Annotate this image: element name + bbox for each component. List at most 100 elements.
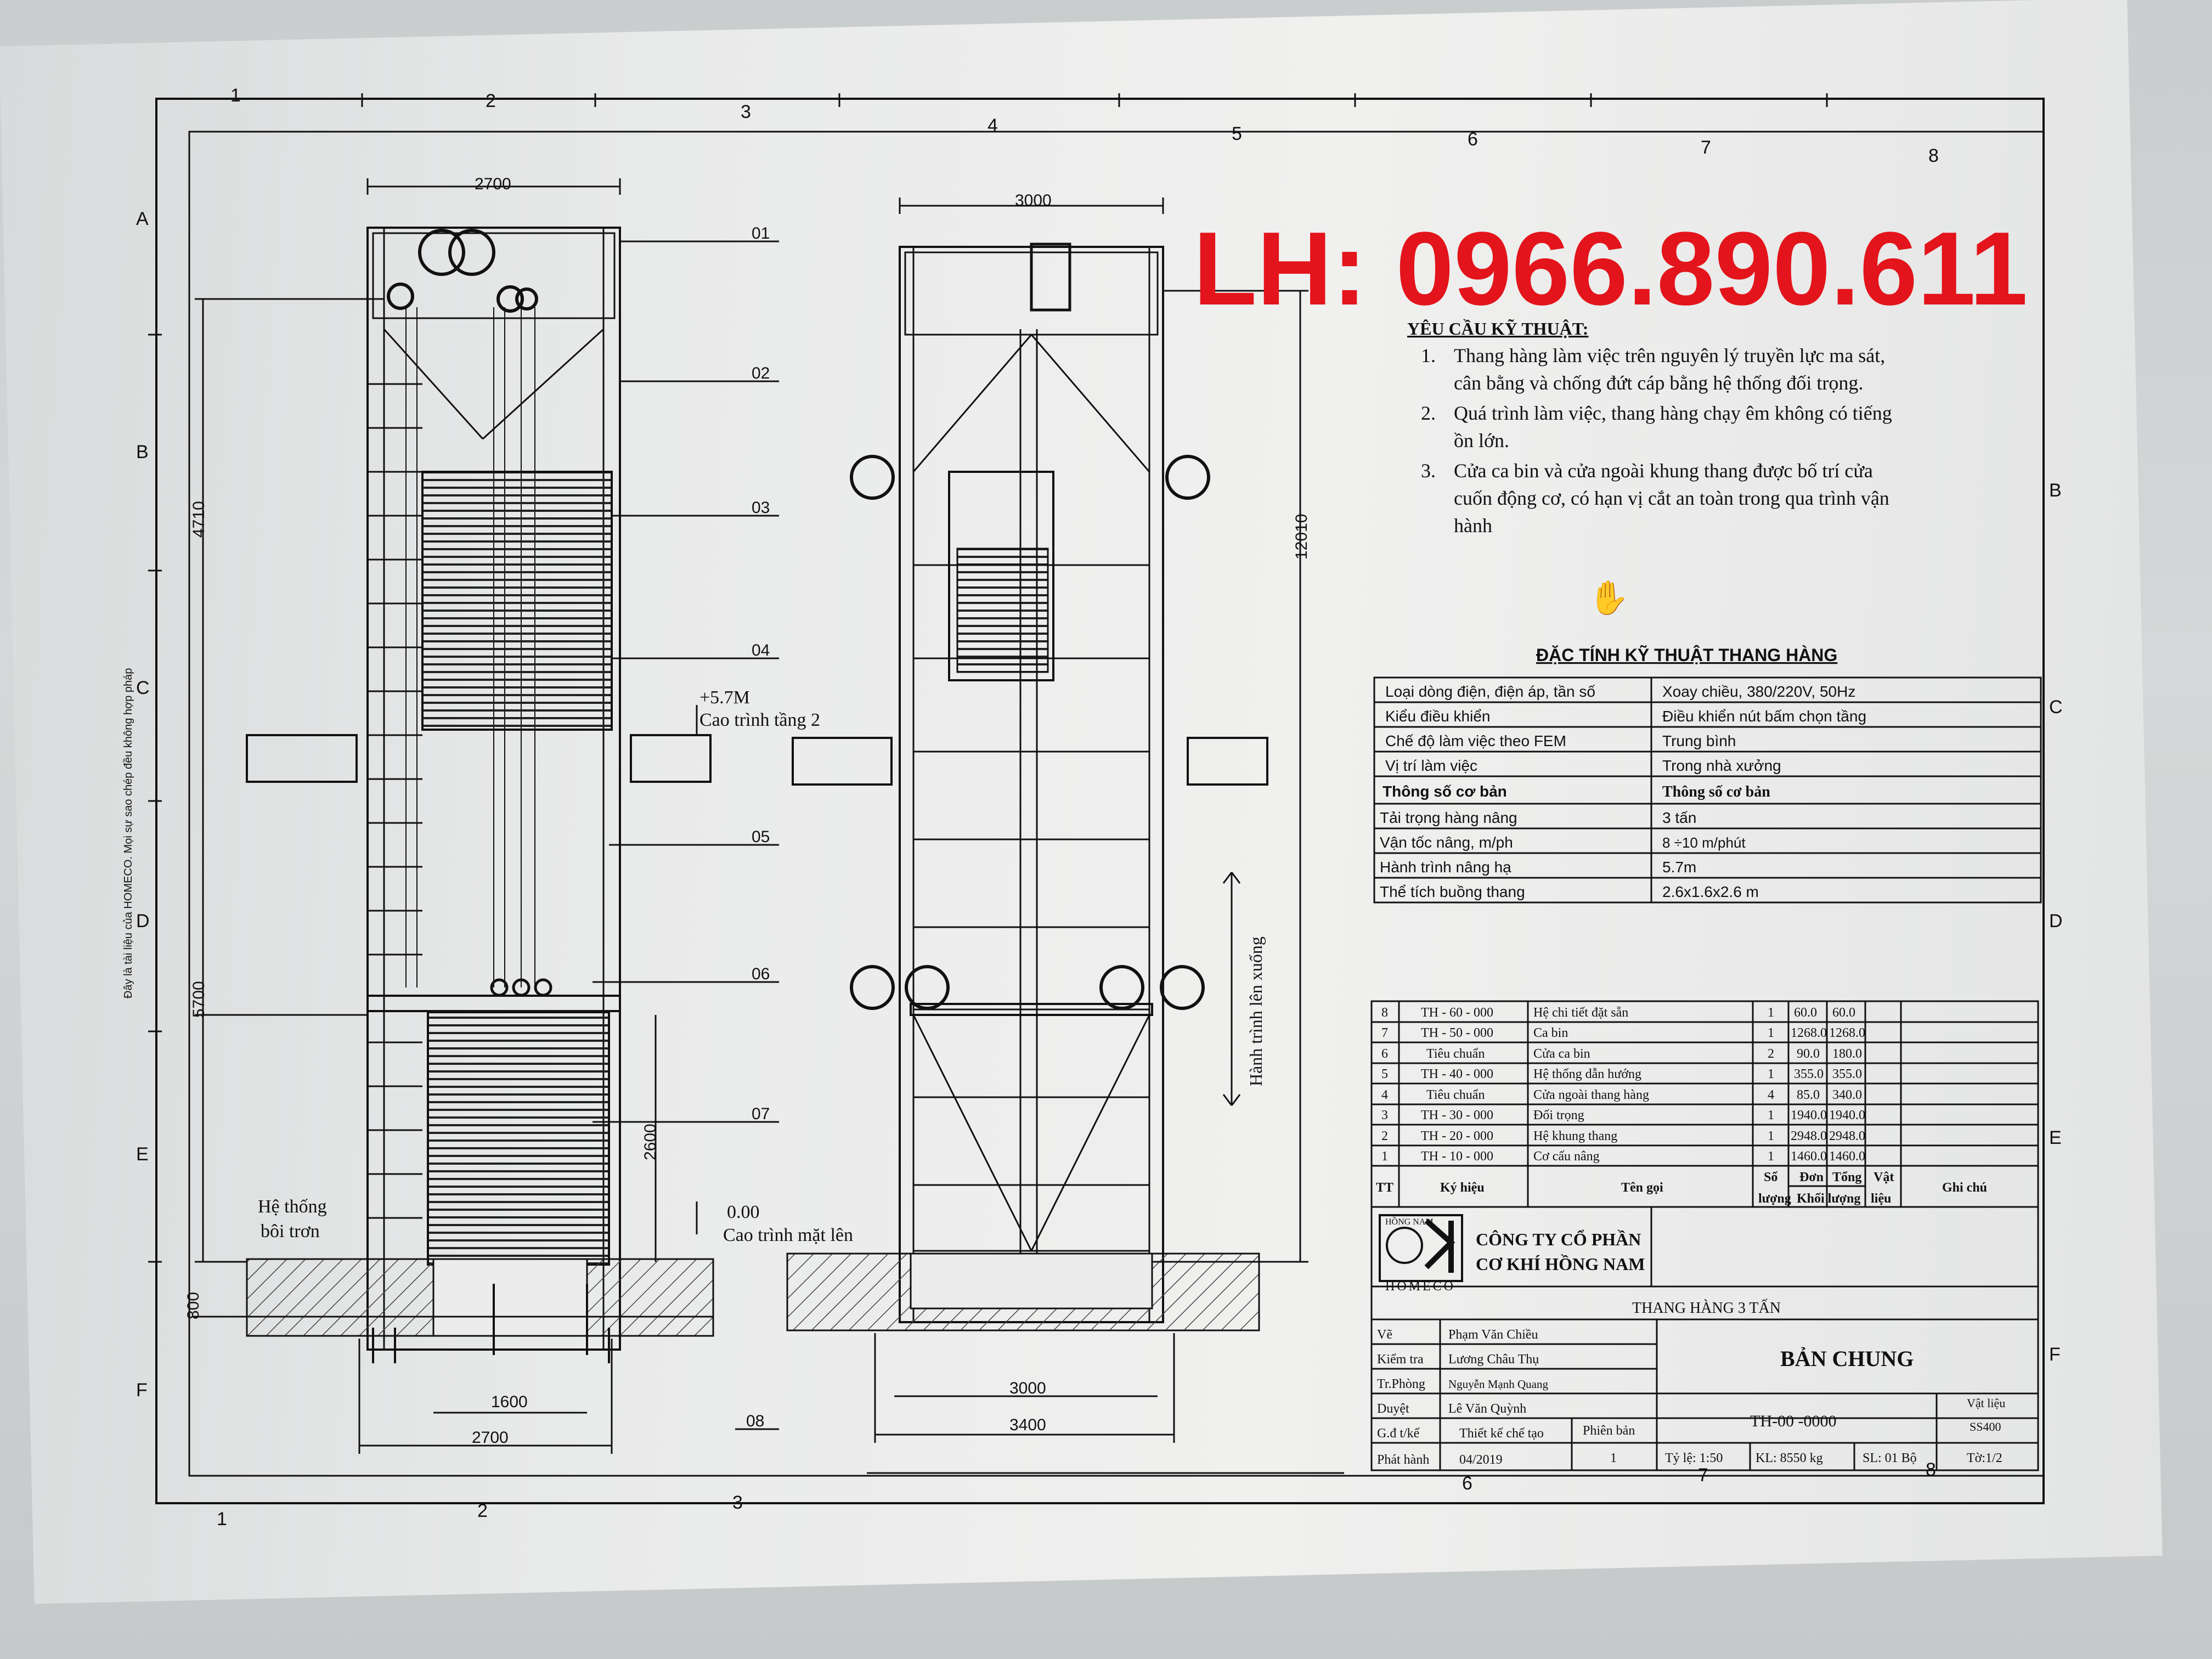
bom-cell: Ca bin bbox=[1533, 1026, 1568, 1040]
role-label: Phát hành bbox=[1377, 1453, 1429, 1467]
bom-cell: 2948.0 bbox=[1829, 1129, 1865, 1143]
bom-cell: 6 bbox=[1381, 1047, 1388, 1061]
bom-cell: TH - 10 - 000 bbox=[1421, 1149, 1493, 1164]
callout-01: 01 bbox=[752, 224, 770, 242]
phien-ban-value: 1 bbox=[1610, 1451, 1617, 1465]
contact-phone: LH: 0966.890.611 bbox=[1193, 211, 2028, 327]
spec-value: 8 ÷10 m/phút bbox=[1662, 834, 1746, 851]
dim-2700-bottom: 2700 bbox=[472, 1429, 509, 1447]
company-name: CÔNG TY CỔ PHẦN bbox=[1476, 1229, 1641, 1249]
row-label: B bbox=[136, 442, 149, 462]
dim-4710: 4710 bbox=[190, 501, 208, 538]
spec-key: Tải trọng hàng nâng bbox=[1380, 809, 1517, 826]
bom-cell: TH - 20 - 000 bbox=[1421, 1129, 1493, 1143]
bom-cell: 2948.0 bbox=[1791, 1129, 1827, 1143]
bom-cell: 60.0 bbox=[1832, 1006, 1855, 1020]
bom-cell: 180.0 bbox=[1832, 1047, 1862, 1061]
bom-cell: 1940.0 bbox=[1791, 1108, 1827, 1122]
right-elevation: 3000 12010 3000 3400 Hành trình lên xuốn… bbox=[786, 191, 1344, 1474]
col-label: 7 bbox=[1698, 1465, 1708, 1486]
bom-header-tengoi: Tên gọi bbox=[1621, 1181, 1663, 1195]
req-line: Quá trình làm việc, thang hàng chạy êm k… bbox=[1454, 402, 1892, 424]
bom-cell: TH - 30 - 000 bbox=[1421, 1108, 1493, 1122]
spec-value: Thông số cơ bản bbox=[1662, 783, 1770, 800]
col-label: 2 bbox=[486, 91, 496, 111]
material-value: SS400 bbox=[1970, 1420, 2001, 1434]
level-top-label: Cao trình tầng 2 bbox=[699, 710, 820, 730]
bom-cell: 1 bbox=[1768, 1006, 1774, 1020]
product-name: THANG HÀNG 3 TẤN bbox=[1632, 1299, 1781, 1317]
row-label: D bbox=[136, 911, 150, 932]
logo-top-text: HỒNG NAM bbox=[1385, 1216, 1434, 1227]
bom-header-soluong: lượng bbox=[1758, 1192, 1791, 1206]
callout-04: 04 bbox=[752, 641, 770, 659]
phien-ban-label: Phiên bản bbox=[1583, 1424, 1635, 1438]
bom-cell: Tiêu chuẩn bbox=[1426, 1088, 1485, 1102]
dim-12010: 12010 bbox=[1293, 514, 1311, 560]
role-name: Thiết kế chế tạo bbox=[1459, 1426, 1544, 1441]
bom-cell: 3 bbox=[1381, 1108, 1388, 1122]
weight: KL: 8550 kg bbox=[1756, 1451, 1823, 1465]
role-name: Phạm Văn Chiều bbox=[1448, 1328, 1538, 1342]
bom-cell: 2 bbox=[1768, 1047, 1774, 1061]
role-label: Vẽ bbox=[1377, 1328, 1392, 1342]
technical-requirements: YÊU CẦU KỸ THUẬT: 1. Thang hàng làm việc… bbox=[1407, 319, 1892, 617]
bom-cell: 2 bbox=[1381, 1129, 1388, 1143]
spec-key: Loại dòng điện, điện áp, tần số bbox=[1385, 683, 1595, 700]
req-line: Cửa ca bin và cửa ngoài khung thang được… bbox=[1454, 460, 1873, 482]
role-name: Nguyễn Mạnh Quang bbox=[1448, 1378, 1548, 1391]
bom-table: 8 TH - 60 - 000 Hệ chi tiết đặt sẵn 1 60… bbox=[1370, 1000, 2039, 1208]
logo-text: HOMECO bbox=[1385, 1279, 1455, 1294]
req-num: 3. bbox=[1421, 460, 1436, 482]
spec-key: Chế độ làm việc theo FEM bbox=[1385, 732, 1566, 749]
bom-cell: 1940.0 bbox=[1829, 1108, 1865, 1122]
role-label: Tr.Phòng bbox=[1377, 1377, 1425, 1391]
spec-key: Thể tích buồng thang bbox=[1380, 883, 1525, 900]
bom-cell: TH - 40 - 000 bbox=[1421, 1067, 1493, 1081]
col-label: 6 bbox=[1462, 1473, 1472, 1494]
role-name: 04/2019 bbox=[1459, 1453, 1503, 1467]
lubrication-label: bôi trơn bbox=[261, 1221, 320, 1242]
role-name: Lê Văn Quỳnh bbox=[1448, 1402, 1526, 1416]
bom-cell: Đối trọng bbox=[1533, 1108, 1584, 1122]
callout-02: 02 bbox=[752, 364, 770, 382]
bom-cell: 1460.0 bbox=[1791, 1149, 1827, 1164]
callout-05: 05 bbox=[752, 828, 770, 846]
title-block: HỒNG NAM HOMECO CÔNG TY CỔ PHẦN CƠ KHÍ H… bbox=[1370, 1206, 2039, 1471]
bom-header-vatlieu: liệu bbox=[1871, 1192, 1891, 1206]
row-label: F bbox=[2049, 1344, 2061, 1365]
bom-cell: 355.0 bbox=[1794, 1067, 1824, 1081]
bom-cell: 1 bbox=[1768, 1108, 1774, 1122]
spec-value: Điều khiển nút bấm chọn tầng bbox=[1662, 708, 1866, 725]
bom-header-vatlieu: Vật bbox=[1874, 1170, 1894, 1184]
col-label: 8 bbox=[1928, 145, 1939, 166]
drawing-name: BẢN CHUNG bbox=[1780, 1346, 1914, 1371]
drawing-code: TH-00 -0000 bbox=[1750, 1412, 1836, 1430]
callout-07: 07 bbox=[752, 1105, 770, 1123]
sheet: Tờ:1/2 bbox=[1967, 1451, 2002, 1465]
bom-cell: 7 bbox=[1381, 1026, 1388, 1040]
bom-cell: Hệ thống dẫn hướng bbox=[1533, 1067, 1641, 1081]
row-label: F bbox=[136, 1380, 148, 1401]
dim-2600: 2600 bbox=[641, 1124, 659, 1160]
row-label: B bbox=[2049, 480, 2062, 501]
spec-key: Kiểu điều khiển bbox=[1385, 708, 1490, 725]
bom-cell: 60.0 bbox=[1794, 1006, 1817, 1020]
role-name: Lương Châu Thụ bbox=[1448, 1352, 1539, 1367]
hand-cursor-icon: ✋ bbox=[1588, 579, 1629, 617]
dim-3000-bottom: 3000 bbox=[1009, 1379, 1046, 1397]
req-num: 2. bbox=[1421, 402, 1436, 424]
row-label: E bbox=[136, 1144, 149, 1165]
bom-cell: 1 bbox=[1768, 1067, 1774, 1081]
scale: Tỷ lệ: 1:50 bbox=[1665, 1451, 1723, 1465]
row-label: A bbox=[136, 208, 149, 229]
level-ground-label: Cao trình mặt lên bbox=[723, 1225, 853, 1245]
role-label: G.đ t/kế bbox=[1377, 1426, 1420, 1441]
bom-cell: Tiêu chuẩn bbox=[1426, 1047, 1485, 1061]
bom-cell: 8 bbox=[1381, 1006, 1388, 1020]
spec-key: Thông số cơ bản bbox=[1383, 783, 1507, 800]
spec-value: Xoay chiều, 380/220V, 50Hz bbox=[1662, 683, 1855, 700]
sets: SL: 01 Bộ bbox=[1863, 1451, 1917, 1465]
bom-header-tong: Tổng bbox=[1832, 1170, 1861, 1184]
bom-cell: 1 bbox=[1768, 1149, 1774, 1164]
